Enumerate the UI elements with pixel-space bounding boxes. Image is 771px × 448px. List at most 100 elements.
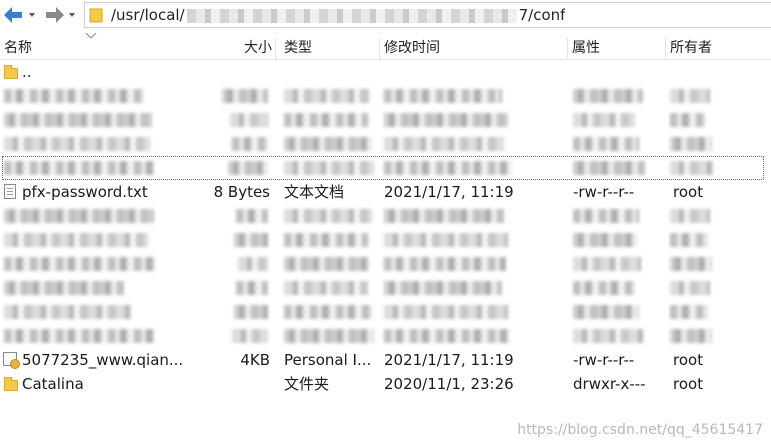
- obscured-text: [228, 161, 268, 175]
- obscured-text: [670, 137, 712, 151]
- obscured-text: [573, 161, 645, 175]
- file-row-obscured[interactable]: [0, 276, 771, 300]
- obscured-text: [284, 329, 374, 343]
- column-mtime-header[interactable]: 修改时间: [380, 36, 568, 60]
- column-name-header[interactable]: 名称: [0, 36, 276, 60]
- obscured-text: [4, 329, 154, 343]
- obscured-text: [4, 281, 124, 295]
- obscured-text: [384, 137, 504, 151]
- obscured-text: [284, 281, 368, 295]
- file-row-certificate[interactable]: 5077235_www.qian... 4KB Personal I... 20…: [0, 348, 771, 372]
- obscured-text: [4, 257, 156, 271]
- column-owner-header[interactable]: 所有者: [666, 36, 771, 60]
- folder-icon: [4, 65, 18, 79]
- obscured-text: [670, 161, 714, 175]
- file-name: 5077235_www.qian...: [22, 351, 184, 369]
- obscured-text: [284, 305, 372, 319]
- file-size: 4KB: [240, 351, 270, 369]
- obscured-text: [573, 113, 635, 127]
- obscured-text: [284, 257, 370, 271]
- obscured-text: [284, 137, 372, 151]
- obscured-text: [236, 281, 268, 295]
- file-type: 文本文档: [284, 183, 345, 201]
- obscured-text: [573, 257, 641, 271]
- obscured-text: [234, 305, 268, 319]
- obscured-text: [232, 329, 268, 343]
- obscured-text: [384, 209, 504, 223]
- column-type-header[interactable]: 类型: [280, 36, 380, 60]
- file-row-obscured[interactable]: [0, 324, 771, 348]
- obscured-text: [384, 329, 510, 343]
- file-row-pfx-password[interactable]: pfx-password.txt 8 Bytes 文本文档 2021/1/17,…: [0, 180, 771, 204]
- obscured-text: [384, 161, 512, 175]
- column-size-header[interactable]: 大小: [236, 36, 276, 60]
- folder-icon: [89, 8, 103, 23]
- folder-icon: [4, 377, 18, 391]
- obscured-text: [284, 113, 368, 127]
- obscured-text: [573, 281, 635, 295]
- obscured-text: [236, 209, 268, 223]
- file-row-obscured[interactable]: [0, 252, 771, 276]
- file-name: pfx-password.txt: [22, 183, 148, 201]
- file-mtime: 2020/11/1, 23:26: [384, 375, 514, 393]
- obscured-text: [670, 209, 710, 223]
- toolbar: /usr/local/7/conf: [0, 0, 771, 30]
- obscured-text: [4, 209, 154, 223]
- obscured-text: [4, 233, 148, 247]
- file-owner: root: [673, 183, 704, 201]
- obscured-text: [4, 137, 150, 151]
- obscured-text: [670, 113, 706, 127]
- obscured-text: [234, 233, 268, 247]
- file-row-obscured[interactable]: [0, 156, 771, 180]
- path-bar[interactable]: /usr/local/7/conf: [84, 2, 771, 28]
- obscured-text: [222, 89, 268, 103]
- file-row-obscured[interactable]: [0, 132, 771, 156]
- obscured-text: [238, 257, 268, 271]
- obscured-text: [384, 113, 508, 127]
- file-mtime: 2021/1/17, 11:19: [384, 183, 514, 201]
- file-name: ..: [22, 63, 32, 81]
- obscured-text: [573, 329, 643, 343]
- certificate-icon: [3, 352, 20, 369]
- file-row-obscured[interactable]: [0, 204, 771, 228]
- column-attr-header[interactable]: 属性: [568, 36, 666, 60]
- back-button[interactable]: [2, 4, 40, 26]
- file-owner: root: [673, 375, 704, 393]
- file-row-obscured[interactable]: [0, 108, 771, 132]
- file-size: 8 Bytes: [213, 183, 270, 201]
- obscured-text: [670, 329, 712, 343]
- file-name: Catalina: [22, 375, 84, 393]
- obscured-text: [284, 161, 374, 175]
- chevron-down-icon: [29, 13, 35, 17]
- obscured-text: [284, 233, 368, 247]
- arrow-right-icon: [46, 7, 75, 23]
- file-row-obscured[interactable]: [0, 228, 771, 252]
- file-attributes: -rw-r--r--: [573, 351, 635, 369]
- file-row-obscured[interactable]: [0, 84, 771, 108]
- obscured-text: [284, 89, 370, 103]
- obscured-text: [573, 209, 639, 223]
- file-row-parent[interactable]: ..: [0, 60, 771, 84]
- obscured-text: [4, 161, 154, 175]
- obscured-text: [573, 89, 643, 103]
- obscured-text: [670, 305, 708, 319]
- file-owner: root: [673, 351, 704, 369]
- obscured-text: [384, 305, 508, 319]
- obscured-text: [573, 137, 639, 151]
- obscured-text: [670, 233, 708, 247]
- obscured-text: [284, 209, 372, 223]
- obscured-text: [573, 233, 637, 247]
- forward-button[interactable]: [42, 4, 80, 26]
- obscured-text: [670, 257, 712, 271]
- obscured-text: [384, 257, 506, 271]
- obscured-text: [384, 89, 502, 103]
- obscured-text: [4, 113, 152, 127]
- file-mtime: 2021/1/17, 11:19: [384, 351, 514, 369]
- file-row-obscured[interactable]: [0, 300, 771, 324]
- file-attributes: drwxr-x---: [573, 375, 646, 393]
- path-text[interactable]: /usr/local/7/conf: [111, 6, 565, 24]
- obscured-text: [384, 281, 502, 295]
- file-row-catalina[interactable]: Catalina 文件夹 2020/11/1, 23:26 drwxr-x---…: [0, 372, 771, 396]
- file-attributes: -rw-r--r--: [573, 183, 635, 201]
- obscured-text: [384, 233, 508, 247]
